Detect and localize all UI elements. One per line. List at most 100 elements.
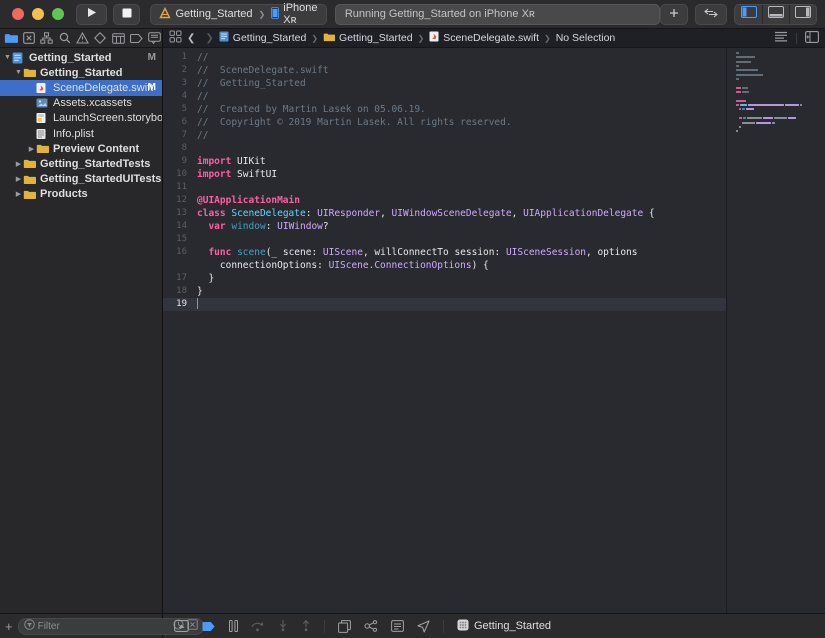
line-number[interactable]: 12 xyxy=(163,194,193,207)
disclosure-triangle-icon[interactable]: ▼ xyxy=(14,69,23,76)
sidebar-item-assets-xcassets[interactable]: Assets.xcassets xyxy=(0,96,162,111)
disclosure-triangle-icon[interactable]: ▼ xyxy=(3,54,12,61)
code-line[interactable]: 12@UIApplicationMain xyxy=(163,194,726,207)
line-number[interactable]: 1 xyxy=(163,51,193,64)
code-line[interactable]: 15 xyxy=(163,233,726,246)
code-line[interactable]: 7// xyxy=(163,129,726,142)
code-line[interactable]: 16 func scene(_ scene: UIScene, willConn… xyxy=(163,246,726,259)
sidebar-item-scenedelegate-swift[interactable]: SceneDelegate.swiftM xyxy=(0,80,162,95)
sidebar-item-info-plist[interactable]: Info.plist xyxy=(0,126,162,141)
step-into-icon[interactable] xyxy=(278,620,288,632)
line-number[interactable]: 6 xyxy=(163,116,193,129)
disclosure-triangle-icon[interactable]: ▶ xyxy=(14,160,23,168)
line-number[interactable]: 10 xyxy=(163,168,193,181)
related-items-icon[interactable] xyxy=(169,30,182,46)
code-line[interactable]: 11 xyxy=(163,181,726,194)
line-number[interactable] xyxy=(163,259,193,272)
source-editor[interactable]: 1//2// SceneDelegate.swift3// Getting_St… xyxy=(163,48,825,613)
code-line[interactable]: 18} xyxy=(163,285,726,298)
line-number[interactable]: 7 xyxy=(163,129,193,142)
test-navigator-tab[interactable] xyxy=(92,31,108,46)
environment-overrides-icon[interactable] xyxy=(391,620,404,632)
simulate-location-icon[interactable] xyxy=(417,620,430,633)
memory-graph-icon[interactable] xyxy=(364,620,378,632)
code-line[interactable]: 9import UIKit xyxy=(163,155,726,168)
scheme-selector[interactable]: Getting_Started ❯ iPhone Xʀ xyxy=(150,4,326,25)
sidebar-item-launchscreen-storyboard[interactable]: LaunchScreen.storyboard xyxy=(0,111,162,126)
add-editor-icon[interactable] xyxy=(805,31,819,46)
sidebar-item-getting-startedtests[interactable]: ▶Getting_StartedTests xyxy=(0,156,162,171)
code-line[interactable]: 3// Getting_Started xyxy=(163,77,726,90)
close-window-button[interactable] xyxy=(12,8,24,20)
breakpoint-navigator-tab[interactable] xyxy=(128,31,144,46)
code-line[interactable]: 13class SceneDelegate: UIResponder, UIWi… xyxy=(163,207,726,220)
view-hierarchy-icon[interactable] xyxy=(338,620,351,633)
code-review-button[interactable] xyxy=(695,4,727,25)
run-button[interactable] xyxy=(76,4,107,25)
running-process[interactable]: Getting_Started xyxy=(457,619,551,634)
line-number[interactable]: 15 xyxy=(163,233,193,246)
editor-options-icon[interactable] xyxy=(774,31,788,45)
breadcrumb-selection[interactable]: No Selection xyxy=(556,32,616,44)
code-line[interactable]: 14 var window: UIWindow? xyxy=(163,220,726,233)
stop-button[interactable] xyxy=(113,4,140,25)
line-number[interactable]: 3 xyxy=(163,77,193,90)
sidebar-item-getting-started[interactable]: ▼Getting_StartedM xyxy=(0,50,162,65)
sidebar-item-preview-content[interactable]: ▶Preview Content xyxy=(0,141,162,156)
debug-area-toggle-button[interactable] xyxy=(762,5,789,24)
add-tab-button[interactable] xyxy=(660,4,688,25)
line-number[interactable]: 11 xyxy=(163,181,193,194)
find-navigator-tab[interactable] xyxy=(57,31,73,46)
code-line[interactable]: 2// SceneDelegate.swift xyxy=(163,64,726,77)
project-navigator-tab[interactable] xyxy=(3,31,19,46)
breadcrumb-group[interactable]: Getting_Started xyxy=(323,32,413,45)
sidebar-item-getting-started[interactable]: ▼Getting_Started xyxy=(0,65,162,80)
code-area[interactable]: 1//2// SceneDelegate.swift3// Getting_St… xyxy=(163,48,726,613)
line-number[interactable]: 18 xyxy=(163,285,193,298)
minimap[interactable] xyxy=(726,48,823,613)
code-line[interactable]: 17 } xyxy=(163,272,726,285)
disclosure-triangle-icon[interactable]: ▶ xyxy=(14,175,23,183)
symbol-navigator-tab[interactable] xyxy=(39,31,55,46)
source-control-navigator-tab[interactable] xyxy=(21,31,37,46)
zoom-window-button[interactable] xyxy=(52,8,64,20)
line-number[interactable]: 2 xyxy=(163,64,193,77)
disclosure-triangle-icon[interactable]: ▶ xyxy=(14,190,23,198)
report-navigator-tab[interactable] xyxy=(146,31,162,46)
code-line[interactable]: 5// Created by Martin Lasek on 05.06.19. xyxy=(163,103,726,116)
code-line[interactable]: 8 xyxy=(163,142,726,155)
code-line[interactable]: connectionOptions: UIScene.ConnectionOpt… xyxy=(163,259,726,272)
line-number[interactable]: 17 xyxy=(163,272,193,285)
line-number[interactable]: 5 xyxy=(163,103,193,116)
issue-navigator-tab[interactable] xyxy=(75,31,91,46)
line-number[interactable]: 4 xyxy=(163,90,193,103)
line-number[interactable]: 16 xyxy=(163,246,193,259)
minimize-window-button[interactable] xyxy=(32,8,44,20)
code-line[interactable]: 10import SwiftUI xyxy=(163,168,726,181)
add-file-button[interactable]: + xyxy=(5,619,13,634)
go-back-button[interactable]: ❮ xyxy=(182,33,200,44)
debug-navigator-tab[interactable] xyxy=(110,31,126,46)
code-line[interactable]: 19 xyxy=(163,298,726,311)
line-number[interactable]: 14 xyxy=(163,220,193,233)
disclosure-triangle-icon[interactable]: ▶ xyxy=(27,145,36,153)
line-number[interactable]: 9 xyxy=(163,155,193,168)
filter-input[interactable] xyxy=(38,621,170,632)
sidebar-item-products[interactable]: ▶Products xyxy=(0,187,162,202)
breadcrumb-project[interactable]: Getting_Started xyxy=(219,31,307,45)
sidebar-item-getting-starteduitests[interactable]: ▶Getting_StartedUITests xyxy=(0,172,162,187)
breakpoints-toggle-icon[interactable] xyxy=(202,621,216,632)
line-number[interactable]: 8 xyxy=(163,142,193,155)
code-line[interactable]: 1// xyxy=(163,51,726,64)
step-over-icon[interactable] xyxy=(251,620,265,632)
pause-icon[interactable] xyxy=(229,620,238,632)
navigator-toggle-button[interactable] xyxy=(735,5,762,24)
code-line[interactable]: 4// xyxy=(163,90,726,103)
breadcrumb-file[interactable]: SceneDelegate.swift xyxy=(429,31,539,45)
inspector-toggle-button[interactable] xyxy=(789,5,816,24)
line-number[interactable]: 19 xyxy=(163,298,193,311)
step-out-icon[interactable] xyxy=(301,620,311,632)
go-forward-button[interactable]: ❯ xyxy=(200,33,218,44)
line-number[interactable]: 13 xyxy=(163,207,193,220)
code-line[interactable]: 6// Copyright © 2019 Martin Lasek. All r… xyxy=(163,116,726,129)
